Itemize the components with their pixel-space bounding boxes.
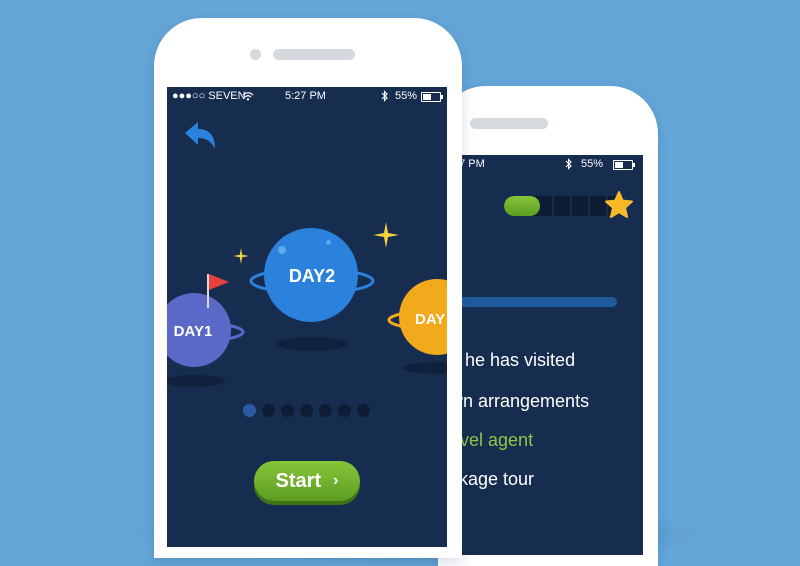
battery-icon bbox=[613, 160, 635, 170]
progress-fill bbox=[504, 196, 540, 216]
quiz-screen: 27 PM 55% ) e he has visited wn arrangem… bbox=[447, 155, 643, 555]
answer-option-selected[interactable]: avel agent bbox=[450, 430, 533, 451]
planet-shadow bbox=[167, 375, 225, 387]
flag-icon bbox=[207, 274, 229, 308]
carrier-signal: ●●●○○ SEVEN bbox=[172, 90, 246, 102]
battery-percent: 55% bbox=[395, 90, 418, 102]
start-button-label: Start bbox=[275, 469, 322, 492]
battery-icon bbox=[421, 92, 443, 102]
battery-percent: 55% bbox=[581, 158, 604, 170]
page-dot[interactable] bbox=[262, 404, 275, 417]
progress-segment-divider bbox=[570, 196, 572, 216]
bluetooth-icon bbox=[381, 87, 389, 108]
page-dot[interactable] bbox=[281, 404, 294, 417]
progress-segment-divider bbox=[588, 196, 590, 216]
progress-segment-divider bbox=[552, 196, 554, 216]
planet-shadow bbox=[403, 362, 447, 374]
answer-option[interactable]: e he has visited bbox=[450, 350, 575, 371]
page-dot[interactable] bbox=[300, 404, 313, 417]
day-select-screen: ●●●○○ SEVEN 5:27 PM 55% DAY1 DAY2 DAY St… bbox=[167, 87, 447, 547]
planet-shadow bbox=[277, 337, 347, 351]
page-dot[interactable] bbox=[338, 404, 351, 417]
back-arrow-icon[interactable] bbox=[183, 120, 219, 152]
chevron-right-icon: › bbox=[333, 472, 339, 489]
status-time: 5:27 PM bbox=[285, 90, 326, 102]
front-camera bbox=[250, 49, 261, 60]
question-underline bbox=[447, 297, 617, 307]
answer-option[interactable]: wn arrangements bbox=[450, 391, 589, 412]
wifi-icon bbox=[242, 87, 254, 107]
star-icon bbox=[605, 191, 633, 218]
start-button[interactable]: Start › bbox=[254, 461, 360, 501]
bluetooth-icon bbox=[565, 155, 573, 176]
planet-day2-label: DAY2 bbox=[288, 266, 336, 286]
speaker-grille bbox=[273, 49, 355, 60]
page-dot[interactable] bbox=[319, 404, 332, 417]
planet-day3-label: DAY bbox=[415, 311, 446, 328]
page-dot[interactable] bbox=[357, 404, 370, 417]
planet-day1-label: DAY1 bbox=[173, 323, 213, 340]
speaker-grille bbox=[470, 118, 548, 129]
status-bar: 27 PM 55% bbox=[447, 155, 643, 173]
sparkle-icon bbox=[233, 248, 249, 264]
status-bar: ●●●○○ SEVEN 5:27 PM 55% bbox=[167, 87, 447, 105]
answer-option[interactable]: ckage tour bbox=[450, 469, 534, 490]
sparkle-icon bbox=[373, 222, 399, 248]
page-dot-active[interactable] bbox=[243, 404, 256, 417]
